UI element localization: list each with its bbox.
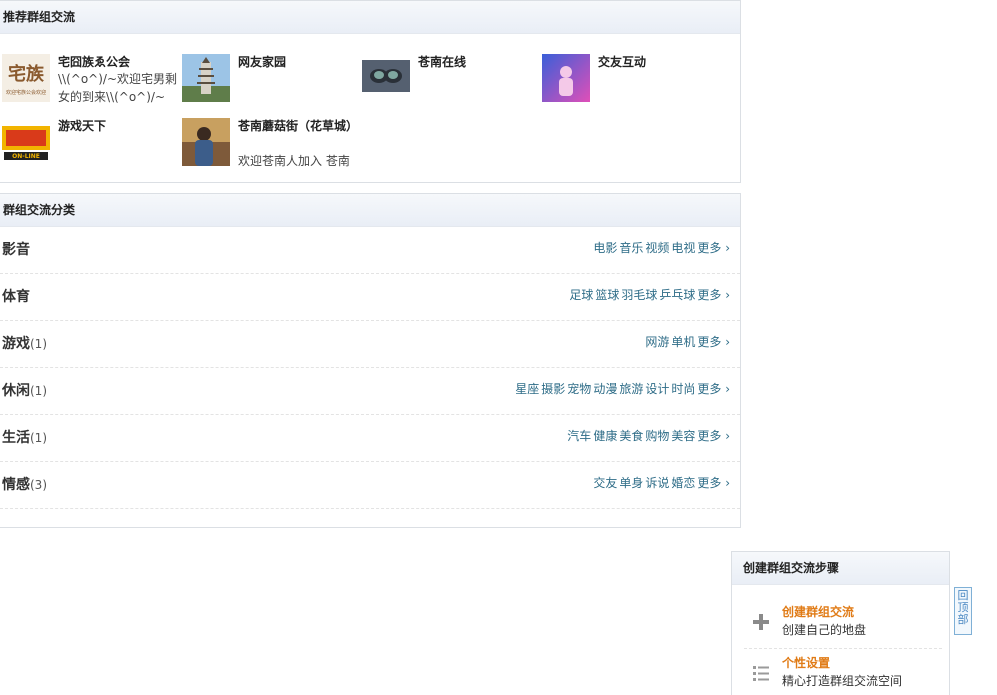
category-tag-link[interactable]: 宠物: [567, 382, 591, 396]
group-logo[interactable]: [542, 54, 590, 102]
category-tag-link[interactable]: 羽毛球: [621, 288, 657, 302]
category-more-link[interactable]: 更多 ›: [697, 288, 730, 302]
group-item[interactable]: 苍南在线: [362, 54, 542, 114]
category-name[interactable]: 体育: [2, 286, 30, 306]
category-row: 游戏(1) 网游 单机 更多 ›: [0, 321, 740, 368]
category-row: 生活(1) 汽车 健康 美食 购物 美容 更多 ›: [0, 415, 740, 462]
group-name[interactable]: 游戏天下: [58, 118, 182, 134]
category-tag-link[interactable]: 婚恋: [671, 476, 695, 490]
category-name[interactable]: 游戏(1): [2, 333, 47, 353]
category-tag-link[interactable]: 单身: [619, 476, 643, 490]
list-icon: [752, 664, 770, 682]
recommended-groups-title: 推荐群组交流: [0, 1, 740, 34]
category-name-label[interactable]: 生活: [2, 430, 30, 446]
group-item[interactable]: 宅族 欢迎宅族公会欢迎 宅囧族ゑ公会 \\(^o^)/~欢迎宅男剩女的到来\\(…: [2, 54, 182, 114]
category-tag-link[interactable]: 乒乓球: [659, 288, 695, 302]
step-create-group[interactable]: 创建群组交流 创建自己的地盘: [744, 601, 942, 649]
step-description: 精心打造群组交流空间: [782, 674, 903, 688]
category-links: 足球 篮球 羽毛球 乒乓球 更多 ›: [567, 286, 730, 303]
category-row: 情感(3) 交友 单身 诉说 婚恋 更多 ›: [0, 462, 740, 509]
category-tag-link[interactable]: 音乐: [619, 241, 643, 255]
category-name-label[interactable]: 休闲: [2, 383, 30, 399]
group-logo[interactable]: [182, 54, 230, 102]
group-item[interactable]: 苍南蘑菇街（花草城） 欢迎苍南人加入 苍南: [182, 118, 362, 174]
group-item[interactable]: 网友家园: [182, 54, 362, 114]
category-tag-link[interactable]: 足球: [569, 288, 593, 302]
category-tag-link[interactable]: 时尚: [671, 382, 695, 396]
group-categories-title: 群组交流分类: [0, 194, 740, 227]
group-name[interactable]: 网友家园: [238, 54, 362, 70]
category-tag-link[interactable]: 星座: [515, 382, 539, 396]
category-name[interactable]: 生活(1): [2, 427, 47, 447]
category-tag-link[interactable]: 视频: [645, 241, 669, 255]
group-item[interactable]: ON-LINE 游戏天下: [2, 118, 182, 178]
category-tag-link[interactable]: 诉说: [645, 476, 669, 490]
group-logo[interactable]: [362, 60, 410, 92]
category-count: (1): [30, 431, 47, 445]
back-to-top-button[interactable]: 回顶部: [954, 587, 972, 635]
category-row: 体育 足球 篮球 羽毛球 乒乓球 更多 ›: [0, 274, 740, 321]
group-logo[interactable]: ON-LINE: [2, 118, 50, 166]
category-tag-link[interactable]: 篮球: [595, 288, 619, 302]
group-categories-panel: 群组交流分类 影音 电影 音乐 视频 电视 更多 › 体育 足球 篮球 羽毛球 乒乓球 更多 › 游戏(…: [0, 193, 741, 528]
recommended-groups-panel: 推荐群组交流 宅族 欢迎宅族公会欢迎 宅囧族ゑ公会 \\(^o^)/~欢迎宅男剩…: [0, 0, 741, 183]
step-title[interactable]: 创建群组交流: [782, 603, 854, 620]
group-logo[interactable]: 宅族 欢迎宅族公会欢迎: [2, 54, 50, 102]
category-tag-link[interactable]: 摄影: [541, 382, 565, 396]
group-name[interactable]: 交友互动: [598, 54, 722, 70]
category-tag-link[interactable]: 单机: [671, 335, 695, 349]
category-name[interactable]: 影音: [2, 239, 30, 259]
category-tag-link[interactable]: 旅游: [619, 382, 643, 396]
plus-icon: [752, 613, 770, 631]
group-logo-caption: 欢迎宅族公会欢迎: [6, 89, 46, 96]
category-links: 星座 摄影 宠物 动漫 旅游 设计 时尚 更多 ›: [513, 380, 730, 397]
create-group-steps-panel: 创建群组交流步骤 创建群组交流 创建自己的地盘 个性设置 精心打造群组交流空间: [731, 551, 950, 695]
category-name-label[interactable]: 游戏: [2, 336, 30, 352]
category-tag-link[interactable]: 美容: [671, 429, 695, 443]
category-tag-link[interactable]: 设计: [645, 382, 669, 396]
category-name-label[interactable]: 影音: [2, 242, 30, 258]
category-links: 交友 单身 诉说 婚恋 更多 ›: [591, 474, 730, 491]
category-more-link[interactable]: 更多 ›: [697, 382, 730, 396]
category-name-label[interactable]: 情感: [2, 477, 30, 493]
category-name-label[interactable]: 体育: [2, 289, 30, 305]
category-links: 网游 单机 更多 ›: [643, 333, 730, 350]
category-tag-link[interactable]: 购物: [645, 429, 669, 443]
category-row: 影音 电影 音乐 视频 电视 更多 ›: [0, 227, 740, 274]
category-tag-link[interactable]: 汽车: [567, 429, 591, 443]
category-tag-link[interactable]: 电视: [671, 241, 695, 255]
category-name[interactable]: 情感(3): [2, 474, 47, 494]
category-tag-link[interactable]: 动漫: [593, 382, 617, 396]
category-count: (1): [30, 384, 47, 398]
group-logo-text: ON-LINE: [12, 153, 40, 160]
group-item[interactable]: 交友互动: [542, 54, 722, 114]
category-more-link[interactable]: 更多 ›: [697, 241, 730, 255]
category-name[interactable]: 休闲(1): [2, 380, 47, 400]
step-description: 创建自己的地盘: [782, 623, 867, 637]
step-title[interactable]: 个性设置: [782, 654, 830, 671]
group-name[interactable]: 宅囧族ゑ公会: [58, 54, 182, 70]
category-count: (1): [30, 337, 47, 351]
category-tag-link[interactable]: 电影: [593, 241, 617, 255]
category-tag-link[interactable]: 交友: [593, 476, 617, 490]
category-more-link[interactable]: 更多 ›: [697, 429, 730, 443]
category-count: (3): [30, 478, 47, 492]
group-description: 欢迎苍南人加入 苍南: [238, 154, 350, 168]
category-links: 汽车 健康 美食 购物 美容 更多 ›: [565, 427, 730, 444]
group-name[interactable]: 苍南蘑菇街（花草城）: [238, 118, 362, 134]
group-description: \\(^o^)/~欢迎宅男剩女的到来\\(^o^)/~: [58, 72, 177, 104]
group-logo[interactable]: [182, 118, 230, 166]
category-more-link[interactable]: 更多 ›: [697, 335, 730, 349]
category-tag-link[interactable]: 网游: [645, 335, 669, 349]
category-tag-link[interactable]: 美食: [619, 429, 643, 443]
create-group-steps-title: 创建群组交流步骤: [732, 552, 949, 585]
category-more-link[interactable]: 更多 ›: [697, 476, 730, 490]
group-logo-text: 宅族: [8, 63, 45, 85]
category-tag-link[interactable]: 健康: [593, 429, 617, 443]
category-links: 电影 音乐 视频 电视 更多 ›: [591, 239, 730, 256]
step-personal-settings[interactable]: 个性设置 精心打造群组交流空间: [744, 652, 942, 695]
category-row: 休闲(1) 星座 摄影 宠物 动漫 旅游 设计 时尚 更多 ›: [0, 368, 740, 415]
group-name[interactable]: 苍南在线: [418, 54, 542, 70]
